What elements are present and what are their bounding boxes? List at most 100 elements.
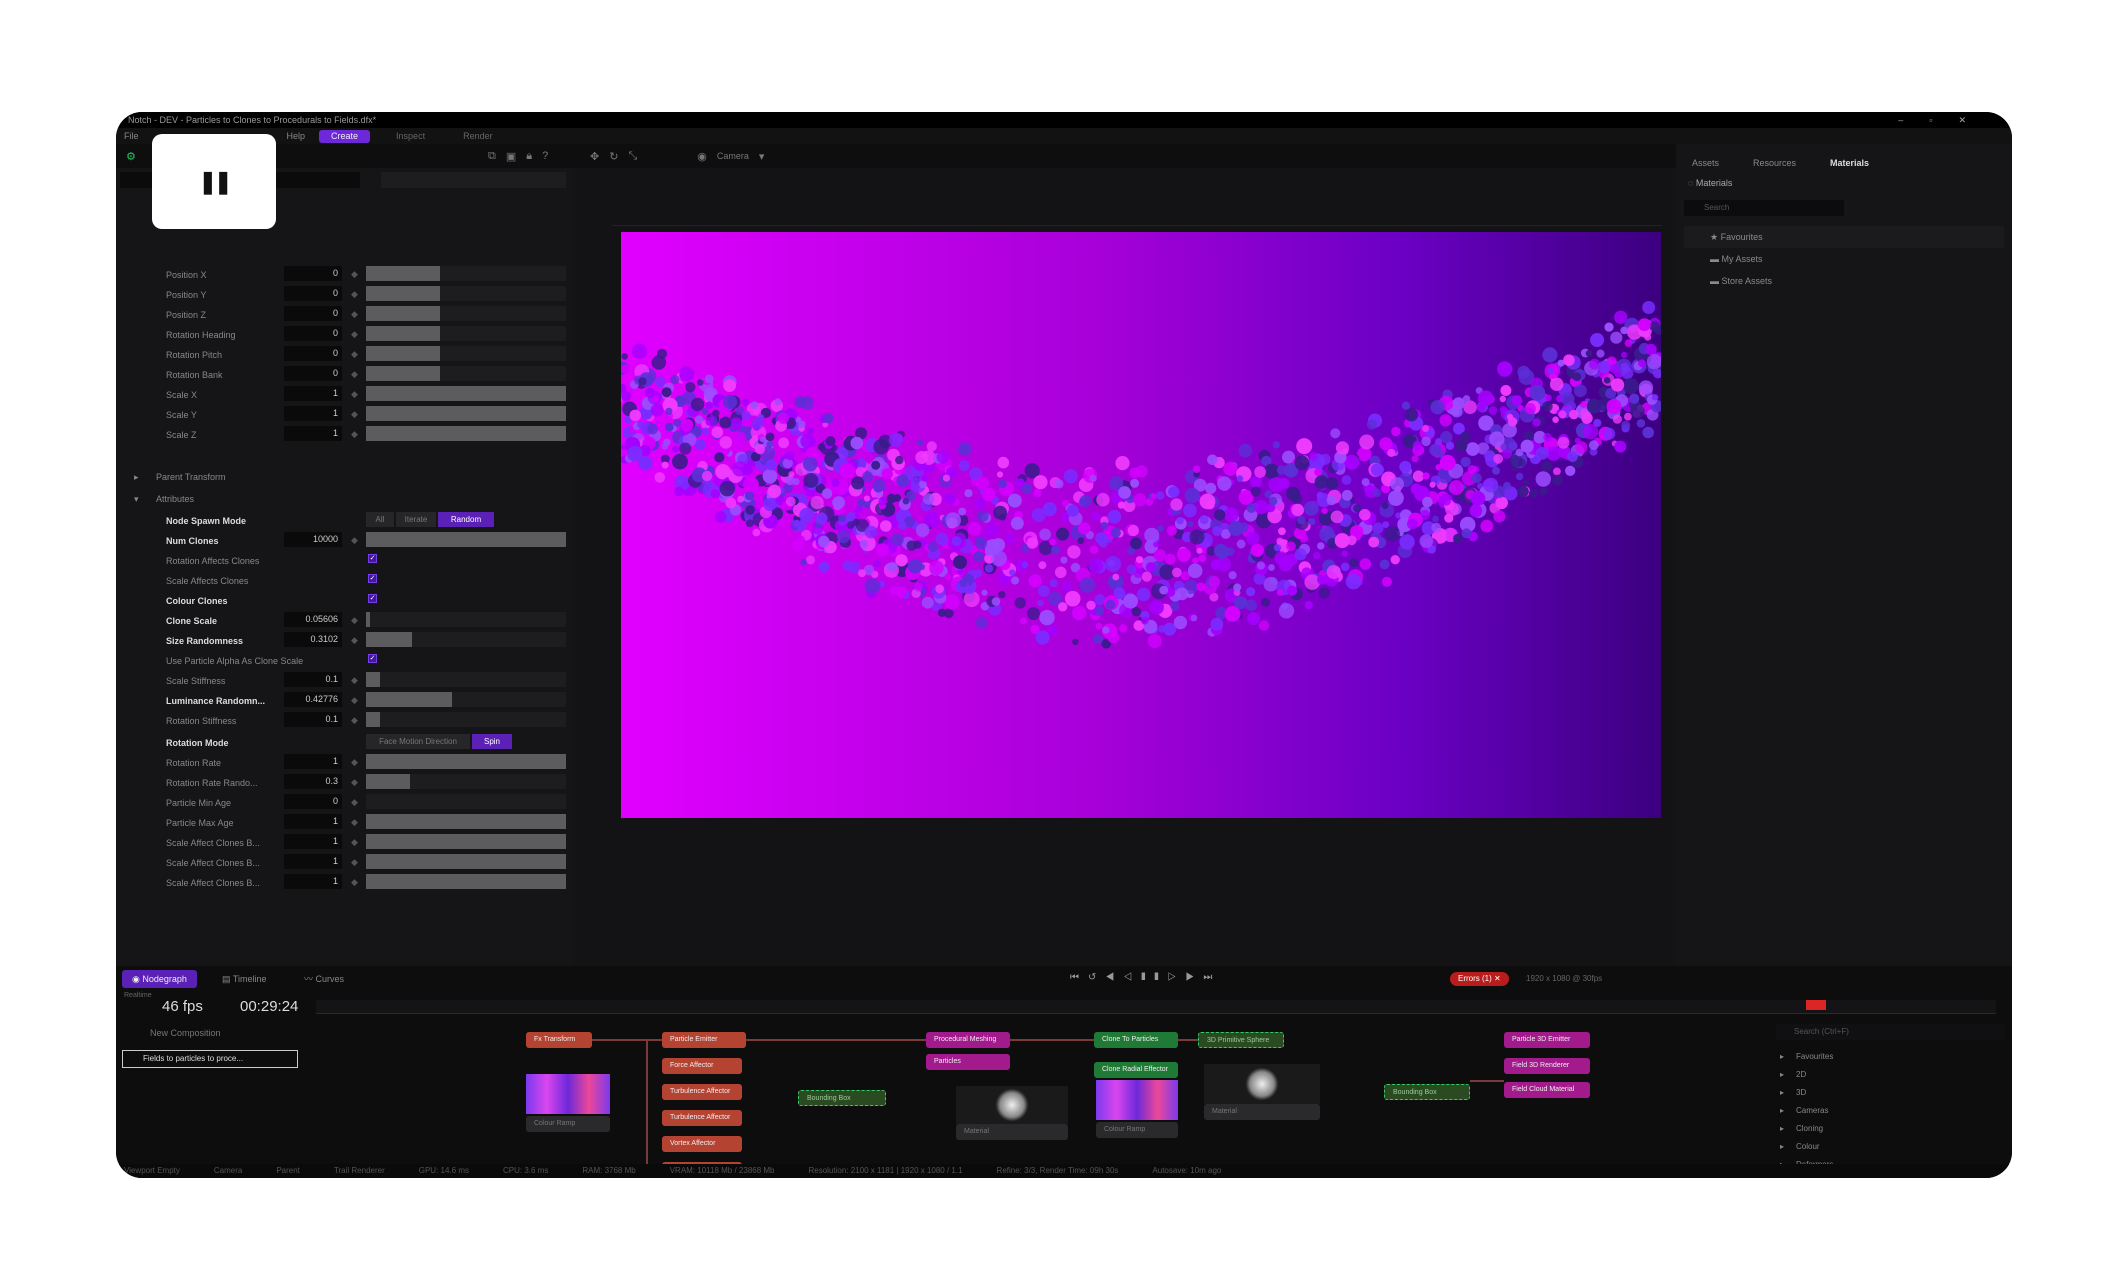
property-slider[interactable] [366, 794, 566, 809]
playhead[interactable] [1806, 1000, 1826, 1010]
property-value-field[interactable]: 1 [284, 874, 342, 889]
keyframe-icon[interactable]: ◆ [351, 797, 358, 808]
node-search-input[interactable]: Search (Ctrl+F) [1776, 1024, 2006, 1040]
keyframe-icon[interactable]: ◆ [351, 329, 358, 340]
property-value-field[interactable]: 0.05606 [284, 612, 342, 627]
property-checkbox[interactable]: ✓ [368, 574, 377, 583]
property-slider[interactable] [366, 672, 566, 687]
property-slider[interactable] [366, 266, 566, 281]
property-value-field[interactable]: 1 [284, 426, 342, 441]
asset-item-store-assets[interactable]: ▬ Store Assets [1684, 270, 2004, 292]
property-slider[interactable] [366, 346, 566, 361]
graph-node[interactable]: Vortex Affector [662, 1136, 742, 1152]
property-value-field[interactable]: 0.1 [284, 672, 342, 687]
keyframe-icon[interactable]: ◆ [351, 817, 358, 828]
keyframe-icon[interactable]: ◆ [351, 369, 358, 380]
property-value-field[interactable]: 0 [284, 366, 342, 381]
keyframe-icon[interactable]: ◆ [351, 429, 358, 440]
menu-help[interactable]: Help [287, 131, 306, 141]
tab-assets[interactable]: Assets [1692, 158, 1719, 168]
property-value-field[interactable]: 1 [284, 834, 342, 849]
keyframe-icon[interactable]: ◆ [351, 777, 358, 788]
keyframe-icon[interactable]: ◆ [351, 269, 358, 280]
property-value-field[interactable]: 0 [284, 346, 342, 361]
property-slider[interactable] [366, 612, 566, 627]
property-slider[interactable] [366, 386, 566, 401]
node-category-item[interactable]: ▸ 2D [1776, 1066, 2012, 1084]
spawn-iterate-option[interactable]: Iterate [396, 512, 436, 527]
property-slider[interactable] [366, 814, 566, 829]
keyframe-icon[interactable]: ◆ [351, 389, 358, 400]
graph-node[interactable]: Fx Transform [526, 1032, 592, 1048]
keyframe-icon[interactable]: ◆ [351, 877, 358, 888]
property-value-field[interactable]: 0 [284, 326, 342, 341]
minimize-icon[interactable]: – [1898, 112, 1903, 128]
timeline-ruler[interactable] [316, 1000, 1996, 1014]
tab-render[interactable]: Render [451, 130, 505, 143]
camera-dropdown[interactable]: Camera [717, 151, 749, 161]
menu-file[interactable]: File [124, 131, 139, 141]
settings-icon[interactable]: ⚙ [126, 150, 136, 163]
property-slider[interactable] [366, 712, 566, 727]
property-value-field[interactable]: 0 [284, 266, 342, 281]
property-value-field[interactable]: 1 [284, 406, 342, 421]
help-icon[interactable]: ? [542, 150, 548, 162]
node-category-item[interactable]: ▸ 3D [1776, 1084, 2012, 1102]
graph-node[interactable]: Turbulence Affector [662, 1110, 742, 1126]
attributes-section[interactable]: ▾ Attributes [116, 490, 572, 508]
property-value-field[interactable]: 1 [284, 386, 342, 401]
transport-controls[interactable]: ⏮↺◀◁❚❚▷▶⏭ [1070, 972, 1221, 983]
graph-node[interactable]: Particle 3D Emitter [1504, 1032, 1590, 1048]
property-slider[interactable] [366, 306, 566, 321]
property-checkbox[interactable]: ✓ [368, 654, 377, 663]
spawn-all-option[interactable]: All [366, 512, 394, 527]
graph-node[interactable]: Clone Radial Effector [1094, 1062, 1178, 1078]
property-value-field[interactable]: 0.42776 [284, 692, 342, 707]
pause-button[interactable]: ❚❚ [152, 134, 276, 229]
property-slider[interactable] [366, 854, 566, 869]
graph-node[interactable]: Material [956, 1124, 1068, 1140]
property-slider[interactable] [366, 366, 566, 381]
graph-node[interactable]: Procedural Meshing [926, 1032, 1010, 1048]
keyframe-icon[interactable]: ◆ [351, 715, 358, 726]
keyframe-icon[interactable]: ◆ [351, 309, 358, 320]
property-checkbox[interactable]: ✓ [368, 554, 377, 563]
asset-item-favourites[interactable]: ★ Favourites [1684, 226, 2004, 248]
close-icon[interactable]: ✕ [1958, 112, 1966, 128]
lock-icon[interactable]: 🔒︎ [526, 150, 532, 163]
property-slider[interactable] [366, 774, 566, 789]
keyframe-icon[interactable]: ◆ [351, 615, 358, 626]
new-composition-button[interactable]: New Composition [122, 1024, 312, 1042]
property-slider[interactable] [366, 632, 566, 647]
tab-resources[interactable]: Resources [1753, 158, 1796, 168]
keyframe-icon[interactable]: ◆ [351, 289, 358, 300]
spin-option[interactable]: Spin [472, 734, 512, 749]
property-slider[interactable] [366, 426, 566, 441]
keyframe-icon[interactable]: ◆ [351, 409, 358, 420]
parent-transform-section[interactable]: ▸ Parent Transform [116, 468, 572, 486]
keyframe-icon[interactable]: ◆ [351, 635, 358, 646]
asset-item-my-assets[interactable]: ▬ My Assets [1684, 248, 2004, 270]
graph-node[interactable]: Field Cloud Material [1504, 1082, 1590, 1098]
tab-nodegraph[interactable]: ◉ Nodegraph [122, 970, 197, 988]
property-value-field[interactable]: 1 [284, 754, 342, 769]
keyframe-icon[interactable]: ◆ [351, 675, 358, 686]
graph-node[interactable]: 3D Primitive Sphere [1198, 1032, 1284, 1048]
graph-node[interactable]: Colour Ramp [526, 1116, 610, 1132]
props-filter-dropdown[interactable] [381, 172, 566, 188]
chevron-down-icon[interactable]: ▾ [759, 150, 765, 163]
graph-node[interactable]: Particles [926, 1054, 1010, 1070]
rotate-icon[interactable]: ↻ [609, 150, 618, 163]
graph-node[interactable]: Turbulence Affector [662, 1084, 742, 1100]
graph-node[interactable]: Bounding Box [1384, 1084, 1470, 1100]
property-value-field[interactable]: 0.3 [284, 774, 342, 789]
move-icon[interactable]: ✥ [590, 150, 599, 163]
node-category-item[interactable]: ▸ Cloning [1776, 1120, 2012, 1138]
graph-node[interactable]: Bounding Box [798, 1090, 886, 1106]
keyframe-icon[interactable]: ◆ [351, 535, 358, 546]
graph-node[interactable]: Field 3D Renderer [1504, 1058, 1590, 1074]
face-motion-option[interactable]: Face Motion Direction [366, 734, 470, 749]
paste-icon[interactable]: ▣ [506, 150, 516, 163]
keyframe-icon[interactable]: ◆ [351, 349, 358, 360]
property-value-field[interactable]: 1 [284, 854, 342, 869]
